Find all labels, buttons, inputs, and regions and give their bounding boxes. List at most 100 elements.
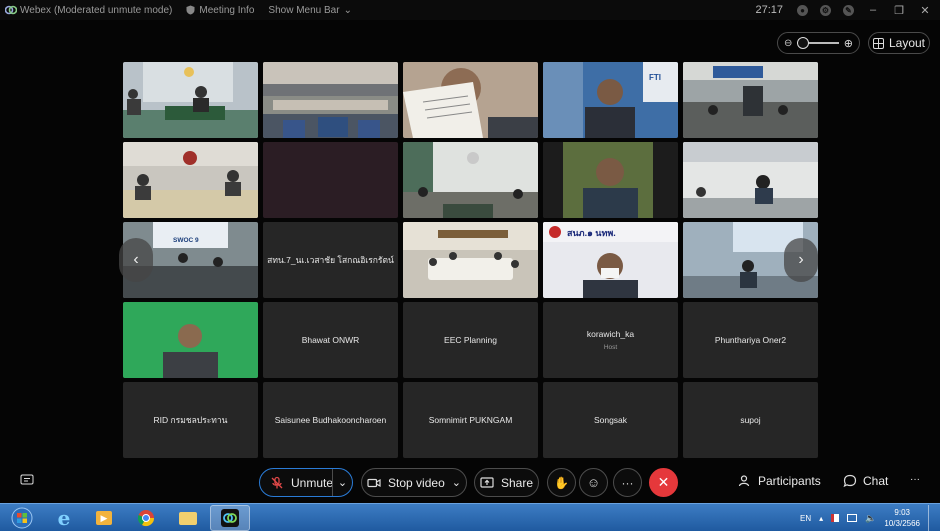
chevron-up-icon[interactable]: ▴ <box>819 514 823 523</box>
media-player-icon: ▶ <box>96 511 112 525</box>
more-icon: ··· <box>621 475 634 490</box>
show-desktop-button[interactable] <box>928 505 934 531</box>
pen-icon[interactable]: ✎ <box>843 4 854 16</box>
share-label: Share <box>500 475 534 490</box>
network-icon[interactable] <box>847 514 858 522</box>
unmute-button[interactable]: Unmute ⌄ <box>259 468 353 497</box>
leave-meeting-button[interactable]: ✕ <box>649 468 678 497</box>
video-tile[interactable] <box>123 302 258 378</box>
zoom-in-icon[interactable]: ⊕ <box>844 37 853 50</box>
chat-label: Chat <box>863 474 889 488</box>
volume-icon[interactable]: 🔈 <box>865 513 876 524</box>
zoom-out-icon[interactable]: ⊖ <box>784 38 792 49</box>
video-tile[interactable] <box>263 62 398 138</box>
video-grid: FTI SWOC 9 สทน.7_นเ.เวสาชัย โสกณอิเรกรัต… <box>123 62 818 460</box>
taskbar-explorer[interactable] <box>168 505 208 531</box>
webex-icon <box>221 509 239 527</box>
chevron-right-icon: › <box>798 251 804 268</box>
recording-icon[interactable]: ● <box>797 4 808 16</box>
video-camera-icon <box>367 478 381 487</box>
audio-options-button[interactable]: ⌄ <box>332 469 352 496</box>
participant-name: Saisunee Budhakooncharoen <box>274 415 387 425</box>
participant-name: korawich_ka <box>586 329 635 339</box>
taskbar-clock[interactable]: 9:03 10/3/2566 <box>884 507 920 529</box>
chat-button[interactable]: Chat <box>843 474 888 488</box>
meeting-info-button[interactable]: Meeting Info <box>186 5 254 16</box>
share-screen-icon <box>480 476 494 488</box>
video-tile[interactable] <box>683 62 818 138</box>
stop-video-button[interactable]: Stop video ⌄ <box>361 468 467 497</box>
participant-tile[interactable]: Saisunee Budhakooncharoen <box>263 382 398 458</box>
app-title: Webex (Moderated unmute mode) <box>5 4 172 16</box>
stop-video-label: Stop video <box>388 475 445 490</box>
zoom-knob[interactable] <box>797 37 810 49</box>
language-indicator[interactable]: EN <box>800 514 811 523</box>
participant-name: Bhawat ONWR <box>301 335 360 345</box>
next-page-button[interactable]: › <box>784 238 818 282</box>
chrome-icon <box>137 510 155 527</box>
title-bar: Webex (Moderated unmute mode) Meeting In… <box>0 0 940 20</box>
webex-logo-icon <box>5 5 17 15</box>
show-menu-bar-button[interactable]: Show Menu Bar ⌄ <box>268 5 352 16</box>
close-icon[interactable]: ✕ <box>918 4 932 17</box>
video-tile[interactable]: สนภ.๑ นทพ. <box>543 222 678 298</box>
participant-tile[interactable]: RID กรมชลประทาน <box>123 382 258 458</box>
minimize-icon[interactable]: – <box>866 4 880 16</box>
participant-tile[interactable]: EEC Planning <box>403 302 538 378</box>
taskbar-media-player[interactable]: ▶ <box>84 505 124 531</box>
prev-page-button[interactable]: ‹ <box>119 238 153 282</box>
participants-button[interactable]: Participants <box>738 474 821 488</box>
layout-icon <box>872 37 884 49</box>
chevron-down-icon: ⌄ <box>337 477 348 489</box>
taskbar-webex[interactable] <box>210 505 250 531</box>
internet-explorer-icon: e <box>57 506 71 530</box>
captions-icon <box>20 474 34 485</box>
participant-name: Somnimirt PUKNGAM <box>428 415 513 425</box>
raise-hand-button[interactable]: ✋ <box>547 468 576 497</box>
reactions-button[interactable]: ☺ <box>579 468 608 497</box>
layout-label: Layout <box>888 36 926 50</box>
zoom-slider[interactable]: ⊖ ⊕ <box>777 32 860 54</box>
participant-tile[interactable]: Bhawat ONWR <box>263 302 398 378</box>
unmute-label: Unmute <box>291 475 334 490</box>
video-tile[interactable] <box>263 142 398 218</box>
participant-tile[interactable]: Phunthariya Oner2 <box>683 302 818 378</box>
video-tile[interactable] <box>403 62 538 138</box>
taskbar-ie[interactable]: e <box>44 505 84 531</box>
taskbar-chrome[interactable] <box>126 505 166 531</box>
participant-name: สทน.7_นเ.เวสาชัย โสกณอิเรกรัตน์ <box>267 255 394 265</box>
snk-label: สนภ.๑ นทพ. <box>567 228 616 238</box>
video-tile[interactable] <box>123 62 258 138</box>
participants-icon <box>738 475 750 487</box>
webex-app: Webex (Moderated unmute mode) Meeting In… <box>0 0 940 531</box>
captions-button[interactable] <box>20 474 34 486</box>
layout-button[interactable]: Layout <box>868 32 930 54</box>
video-tile[interactable]: FTI <box>543 62 678 138</box>
video-tile[interactable] <box>123 142 258 218</box>
more-icon: ··· <box>910 474 920 485</box>
video-tile[interactable] <box>683 142 818 218</box>
toolbar-overflow-button[interactable]: ··· <box>910 474 920 485</box>
more-options-button[interactable]: ··· <box>613 468 642 497</box>
start-button[interactable] <box>2 505 42 531</box>
hand-icon: ✋ <box>554 475 569 490</box>
participant-name: supoj <box>740 415 761 425</box>
meeting-timer: 27:17 <box>755 4 783 16</box>
participant-tile[interactable]: supoj <box>683 382 818 458</box>
video-tile[interactable] <box>543 142 678 218</box>
meeting-info-label: Meeting Info <box>199 4 255 16</box>
participant-tile[interactable]: สทน.7_นเ.เวสาชัย โสกณอิเรกรัตน์ <box>263 222 398 298</box>
participant-tile[interactable]: Songsak <box>543 382 678 458</box>
flag-icon[interactable] <box>831 514 840 522</box>
video-tile[interactable] <box>403 142 538 218</box>
share-button[interactable]: Share <box>474 468 539 497</box>
participant-name: Songsak <box>593 415 628 425</box>
video-tile[interactable] <box>403 222 538 298</box>
participant-tile[interactable]: Somnimirt PUKNGAM <box>403 382 538 458</box>
chat-icon <box>843 474 857 488</box>
settings-icon[interactable]: ⚙ <box>820 4 831 16</box>
participant-name: Phunthariya Oner2 <box>714 335 787 345</box>
chevron-down-icon: ⌄ <box>451 477 461 489</box>
restore-icon[interactable]: ❐ <box>892 4 906 17</box>
participant-tile[interactable]: korawich_ka Host <box>543 302 678 378</box>
